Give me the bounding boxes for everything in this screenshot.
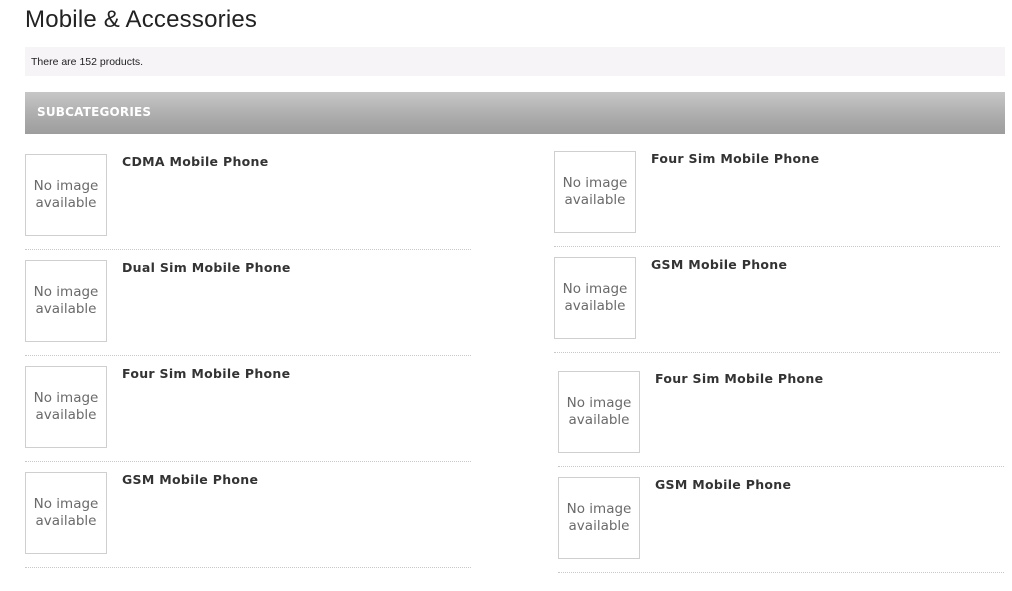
no-image-text-line1: No image <box>566 395 632 411</box>
subcategory-link[interactable]: Four Sim Mobile Phone <box>655 371 823 386</box>
subcategory-item[interactable]: No image available GSM Mobile Phone <box>558 477 1004 573</box>
no-image-thumbnail[interactable]: No image available <box>25 472 107 554</box>
no-image-text-line2: available <box>564 298 626 314</box>
no-image-text-line2: available <box>568 412 630 428</box>
no-image-thumbnail[interactable]: No image available <box>25 154 107 236</box>
subcategory-link[interactable]: GSM Mobile Phone <box>122 472 258 487</box>
no-image-thumbnail[interactable]: No image available <box>558 477 640 559</box>
subcategory-link[interactable]: CDMA Mobile Phone <box>122 154 269 169</box>
subcategory-link[interactable]: Four Sim Mobile Phone <box>651 151 819 166</box>
no-image-thumbnail[interactable]: No image available <box>558 371 640 453</box>
product-count-bar: There are 152 products. <box>25 47 1005 76</box>
subcategory-link[interactable]: Dual Sim Mobile Phone <box>122 260 291 275</box>
subcategory-item[interactable]: No image available Four Sim Mobile Phone <box>558 371 1004 467</box>
no-image-thumbnail[interactable]: No image available <box>554 151 636 233</box>
no-image-text-line2: available <box>35 301 97 317</box>
subcategory-item[interactable]: No image available Dual Sim Mobile Phone <box>25 260 471 356</box>
product-count-text: There are 152 products. <box>31 56 144 68</box>
subcategories-header: SUBCATEGORIES <box>25 92 1005 134</box>
no-image-text-line1: No image <box>33 390 99 406</box>
no-image-thumbnail[interactable]: No image available <box>25 260 107 342</box>
subcategory-item[interactable]: No image available Four Sim Mobile Phone <box>554 151 1000 247</box>
no-image-thumbnail[interactable]: No image available <box>554 257 636 339</box>
page-title: Mobile & Accessories <box>25 6 258 33</box>
no-image-text-line2: available <box>35 407 97 423</box>
no-image-text-line1: No image <box>33 496 99 512</box>
no-image-thumbnail[interactable]: No image available <box>25 366 107 448</box>
subcategory-link[interactable]: GSM Mobile Phone <box>651 257 787 272</box>
subcategory-link[interactable]: GSM Mobile Phone <box>655 477 791 492</box>
no-image-text-line1: No image <box>33 178 99 194</box>
subcategory-item[interactable]: No image available CDMA Mobile Phone <box>25 154 471 250</box>
no-image-text-line2: available <box>35 195 97 211</box>
no-image-text-line1: No image <box>566 501 632 517</box>
no-image-text-line2: available <box>564 192 626 208</box>
no-image-text-line1: No image <box>562 175 628 191</box>
subcategory-item[interactable]: No image available Four Sim Mobile Phone <box>25 366 471 462</box>
no-image-text-line1: No image <box>33 284 99 300</box>
no-image-text-line2: available <box>568 518 630 534</box>
subcategory-item[interactable]: No image available GSM Mobile Phone <box>25 472 471 568</box>
no-image-text-line1: No image <box>562 281 628 297</box>
subcategory-item[interactable]: No image available GSM Mobile Phone <box>554 257 1000 353</box>
no-image-text-line2: available <box>35 513 97 529</box>
subcategory-link[interactable]: Four Sim Mobile Phone <box>122 366 290 381</box>
